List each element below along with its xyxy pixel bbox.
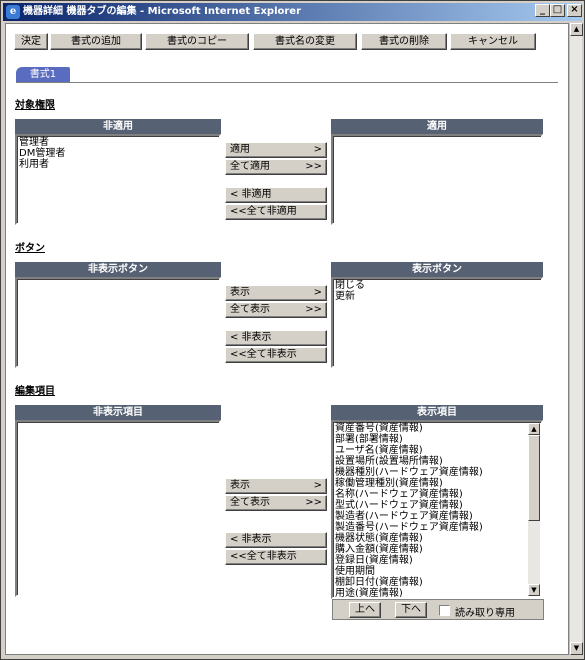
list-header-shown-buttons: 表示ボタン [331,262,543,277]
list-item[interactable]: 購入金額(資産情報) [335,544,525,555]
double-chevron-right-icon: >> [305,161,322,172]
list-item[interactable]: 棚卸日付(資産情報) [335,577,525,588]
maximize-button[interactable]: □ [550,4,565,17]
window-title: 機器詳細 機器タブの編集 - Microsoft Internet Explor… [23,6,302,17]
list-item[interactable]: ユーザ名(資産情報) [335,445,525,456]
list-item[interactable]: 資産番号(資産情報) [335,423,525,434]
list-item[interactable]: 部署(部署情報) [335,434,525,445]
list-header-applied: 適用 [331,119,543,134]
show-all-buttons-button[interactable]: 全て表示 >> [225,302,327,318]
chevron-right-icon: > [313,480,322,491]
ie-icon: e [6,5,20,19]
list-header-hidden-buttons: 非表示ボタン [15,262,221,277]
list-item[interactable]: 管理者 [19,137,217,148]
list-scrollbar[interactable]: ▲ ▼ [528,423,540,596]
tab-format-1[interactable]: 書式1 [16,67,70,82]
scroll-down-arrow-icon[interactable]: ▼ [570,642,583,655]
list-item[interactable]: 使用期間 [335,566,525,577]
section-title-buttons: ボタン [15,243,45,254]
section-title-fields: 編集項目 [15,386,55,397]
apply-label: 適用 [230,144,250,155]
list-item[interactable]: 設置場所(設置場所情報) [335,456,525,467]
show-all-label: 全て表示 [230,304,270,315]
hide-button-button[interactable]: < 非表示 [225,330,327,346]
hidden-fields-list[interactable] [15,420,221,597]
unapply-button[interactable]: < 非適用 [225,187,327,203]
show-field-button[interactable]: 表示 > [225,478,327,494]
browser-window: e 機器詳細 機器タブの編集 - Microsoft Internet Expl… [0,0,585,660]
double-chevron-right-icon: >> [305,304,322,315]
add-format-button[interactable]: 書式の追加 [50,33,142,50]
list-item[interactable]: 製造番号(ハードウェア資産情報) [335,522,525,533]
field-order-controls: 上へ 下へ 読み取り専用 [332,599,544,620]
list-item[interactable]: 更新 [335,291,539,302]
show-label: 表示 [230,287,250,298]
unapply-all-button[interactable]: <<全て非適用 [225,204,327,220]
readonly-label: 読み取り専用 [455,608,515,619]
list-header-hidden-fields: 非表示項目 [15,405,221,420]
list-item[interactable]: 機器種別(ハードウェア資産情報) [335,467,525,478]
show-label: 表示 [230,480,250,491]
hide-field-button[interactable]: < 非表示 [225,532,327,548]
apply-all-button[interactable]: 全て適用 >> [225,159,327,175]
section-title-permissions: 対象権限 [15,100,55,111]
show-all-fields-button[interactable]: 全て表示 >> [225,495,327,511]
page-scrollbar[interactable]: ▲ ▼ [569,23,583,655]
double-chevron-right-icon: >> [305,497,322,508]
apply-all-label: 全て適用 [230,161,270,172]
scroll-up-arrow-icon[interactable]: ▲ [570,23,583,36]
list-item[interactable]: 登録日(資産情報) [335,555,525,566]
hide-all-fields-button[interactable]: <<全て非表示 [225,549,327,565]
scroll-up-arrow-icon[interactable]: ▲ [528,423,540,435]
move-down-button[interactable]: 下へ [395,602,427,618]
chevron-right-icon: > [313,287,322,298]
list-item[interactable]: 利用者 [19,159,217,170]
list-item[interactable]: 稼働管理種別(資産情報) [335,478,525,489]
cancel-button[interactable]: キャンセル [450,33,536,50]
shown-buttons-list[interactable]: 閉じる 更新 [331,277,543,368]
list-item[interactable]: 名称(ハードウェア資産情報) [335,489,525,500]
list-item[interactable]: DM管理者 [19,148,217,159]
title-bar: e 機器詳細 機器タブの編集 - Microsoft Internet Expl… [3,3,582,21]
hide-all-buttons-button[interactable]: <<全て非表示 [225,347,327,363]
hidden-buttons-list[interactable] [15,277,221,368]
rename-format-button[interactable]: 書式名の変更 [253,33,357,50]
apply-button[interactable]: 適用 > [225,142,327,158]
page-content: 決定 書式の追加 書式のコピー 書式名の変更 書式の削除 キャンセル 書式1 対… [5,23,569,655]
list-header-unapplied: 非適用 [15,119,221,134]
minimize-button[interactable]: _ [535,4,550,17]
unapplied-list[interactable]: 管理者 DM管理者 利用者 [15,134,221,225]
ok-button[interactable]: 決定 [14,33,48,50]
list-header-shown-fields: 表示項目 [331,405,543,420]
scroll-thumb[interactable] [528,435,540,521]
list-item[interactable]: 用途(資産情報) [335,588,525,597]
show-button-button[interactable]: 表示 > [225,285,327,301]
tab-divider [16,82,558,83]
chevron-right-icon: > [313,144,322,155]
move-up-button[interactable]: 上へ [349,602,381,618]
applied-list[interactable] [331,134,543,225]
close-button[interactable]: × [567,4,582,17]
list-item[interactable]: 閉じる [335,280,539,291]
copy-format-button[interactable]: 書式のコピー [145,33,249,50]
list-item[interactable]: 製造者(ハードウェア資産情報) [335,511,525,522]
shown-fields-list[interactable]: 資産番号(資産情報) 部署(部署情報) ユーザ名(資産情報) 設置場所(設置場所… [331,420,543,599]
delete-format-button[interactable]: 書式の削除 [361,33,447,50]
show-all-label: 全て表示 [230,497,270,508]
scroll-down-arrow-icon[interactable]: ▼ [528,584,540,596]
list-item[interactable]: 機器状態(資産情報) [335,533,525,544]
list-item[interactable]: 型式(ハードウェア資産情報) [335,500,525,511]
readonly-checkbox[interactable] [439,605,450,616]
